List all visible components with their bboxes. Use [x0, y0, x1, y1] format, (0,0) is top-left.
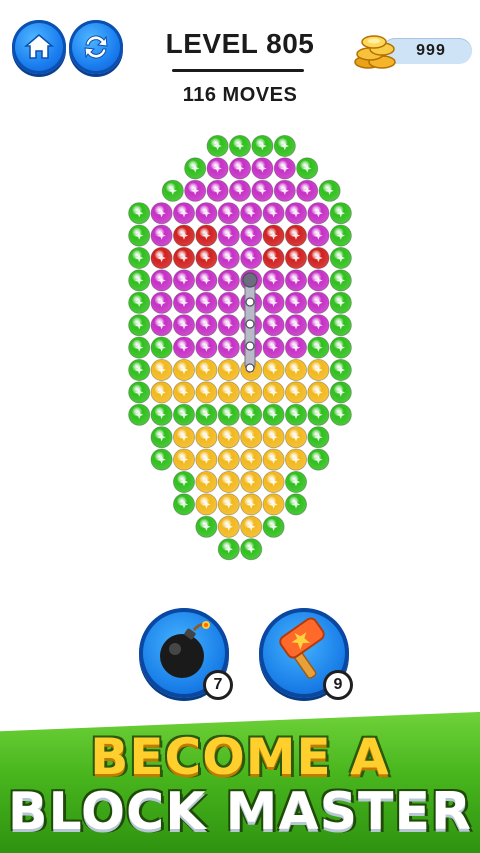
chain-link: [245, 297, 255, 307]
banner-line-1: BECOME A: [90, 728, 390, 786]
hammer-count-badge: 9: [323, 670, 353, 700]
bomb-booster-button[interactable]: 7: [139, 608, 233, 700]
hammer-booster-button[interactable]: 9: [259, 608, 353, 700]
chain-link: [245, 341, 255, 351]
chain-link: [245, 319, 255, 329]
game-board[interactable]: [0, 0, 480, 600]
promo-banner: BECOME A BLOCK MASTER: [0, 712, 480, 853]
bomb-count-badge: 7: [203, 670, 233, 700]
banner-line-2: BLOCK MASTER: [7, 782, 473, 842]
chain-link: [245, 363, 255, 373]
chain-link: [242, 272, 258, 288]
